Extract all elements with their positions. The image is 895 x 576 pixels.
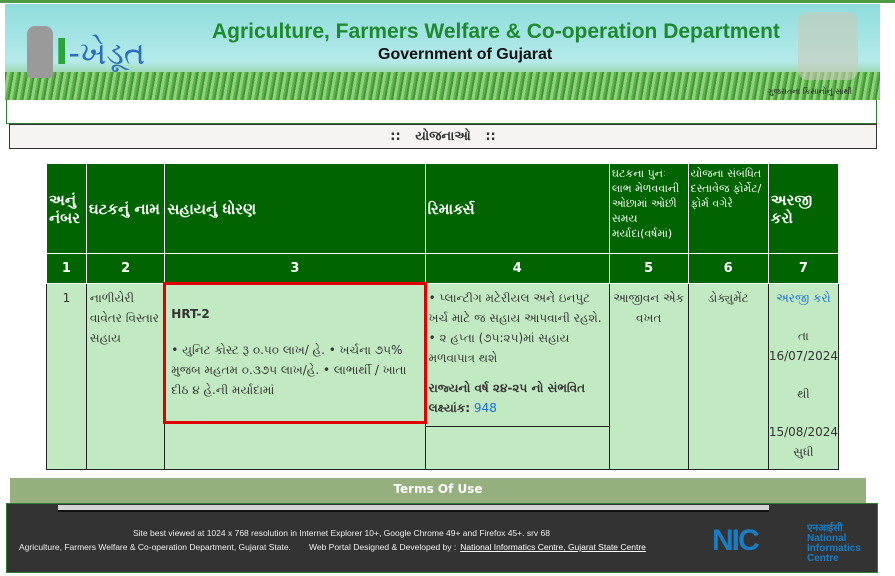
government-subtitle: Government of Gujarat <box>378 46 553 63</box>
header-documents: યોજના સંબંધિત દસ્તાવેજ ફોર્મેટ/ફોર્મ વગે… <box>687 163 769 254</box>
schemes-table: અનું નંબર ઘટકનું નામ સહાયનું ધોરણ રિમાર્… <box>46 163 840 470</box>
target-value[interactable]: 948 <box>474 401 497 415</box>
col-num: 6 <box>687 253 769 284</box>
header-sr: અનું નંબર <box>46 163 87 254</box>
horizontal-scrollbar[interactable] <box>58 505 769 512</box>
browser-note: Site best viewed at 1024 x 768 resolutio… <box>133 528 550 538</box>
nic-name: National Informatics Centre <box>807 533 861 564</box>
developed-by: Web Portal Designed & Developed by : <box>308 542 457 552</box>
footer: Site best viewed at 1024 x 768 resolutio… <box>6 503 878 573</box>
header-name: ઘટકનું નામ <box>85 163 166 254</box>
col-num: 4 <box>424 253 610 284</box>
terms-of-use-link[interactable]: Terms Of Use <box>10 478 866 503</box>
header-banner: I-ખેડૂત Agriculture, Farmers Welfare & C… <box>5 4 880 100</box>
section-title: :: યોજનાઓ :: <box>9 124 877 149</box>
remarks-text: • પ્લાન્ટીગ મટેરીયલ અને ઇનપુટ ખર્ચ માટે … <box>428 291 602 365</box>
header-apply: અરજી કરો <box>767 163 840 254</box>
sr-cell: 1 <box>46 283 87 470</box>
assistance-standard: • યુનિટ કોસ્ટ રૂ ૦.૫૦ લાખ/ હે. • ખર્ચના … <box>171 343 407 397</box>
header-time-limit: ઘટકના પુનઃ લાભ મેળવવાની ઓછામાં ઓછી સમય મ… <box>608 163 689 254</box>
nic-link[interactable]: National Informatics Centre, Gujarat Sta… <box>460 542 646 552</box>
document-link[interactable]: ડોક્યુમેંટ <box>687 283 769 470</box>
until-label: સુધી <box>793 445 814 459</box>
scheme-code: HRT-2 <box>171 307 210 321</box>
component-name: નાળીયેરી વાવેતર વિસ્તાર સહાય <box>85 283 166 470</box>
col-num: 5 <box>608 253 689 284</box>
from-label: તા <box>797 329 809 343</box>
header-standard: સહાયનું ધોરણ <box>164 163 426 254</box>
col-num: 1 <box>46 253 87 284</box>
time-limit: આજીવન એક વખત <box>608 283 689 470</box>
assistance-standard-highlight: HRT-2 • યુનિટ કોસ્ટ રૂ ૦.૫૦ લાખ/ હે. • ખ… <box>163 282 427 424</box>
from-date: 16/07/2024 <box>768 349 838 363</box>
apply-link[interactable]: અરજી કરો <box>769 288 838 308</box>
col-num: 3 <box>164 253 426 284</box>
grass-decoration <box>5 72 880 100</box>
to-label: થી <box>797 387 810 401</box>
col-num: 7 <box>767 253 840 284</box>
department-title: Agriculture, Farmers Welfare & Co-operat… <box>212 20 780 43</box>
target-label: રાજ્યનો વર્ષ ૨૪-૨૫ નો સંભવિત લક્ષ્યાંક: <box>428 381 586 415</box>
to-date: 15/08/2024 <box>768 425 838 439</box>
tagline: ગુજરાતના કિસાનોનું સાથી <box>767 87 853 96</box>
department-footer: Agriculture, Farmers Welfare & Co-operat… <box>19 542 291 552</box>
table-row: 1 નાળીયેરી વાવેતર વિસ્તાર સહાય HRT-2 • ય… <box>46 282 840 470</box>
menu-area <box>6 100 877 124</box>
farmer-image <box>798 12 858 80</box>
emblem-icon <box>27 26 53 78</box>
col-num: 2 <box>85 253 166 284</box>
top-bar <box>0 0 895 3</box>
nic-logo: NIC <box>712 524 760 557</box>
header-remarks: રિમાર્ક્સ <box>424 163 610 254</box>
ikhedut-logo[interactable]: I-ખેડૂત <box>55 32 145 73</box>
